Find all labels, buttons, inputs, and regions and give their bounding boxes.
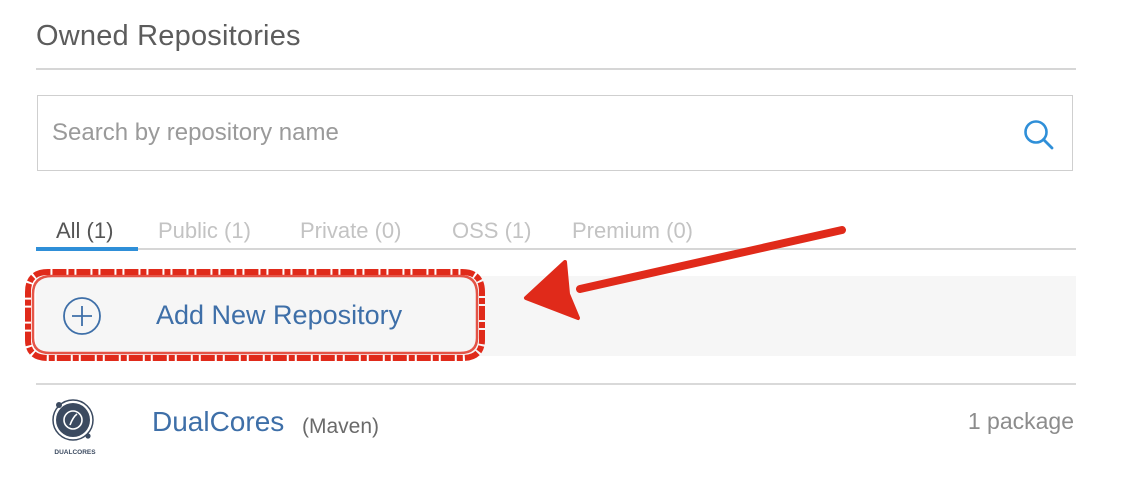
search-input[interactable]: [52, 96, 992, 170]
tab-oss[interactable]: OSS (1): [452, 218, 531, 244]
tab-public[interactable]: Public (1): [158, 218, 251, 244]
active-tab-indicator: [36, 247, 138, 251]
repository-row[interactable]: DUALCORES DualCores (Maven) 1 package: [36, 388, 1076, 468]
tab-private[interactable]: Private (0): [300, 218, 401, 244]
search-box[interactable]: [37, 95, 1073, 171]
repository-name-link[interactable]: DualCores: [152, 406, 284, 438]
dualcores-logo-text: DUALCORES: [54, 449, 96, 456]
title-divider: [36, 68, 1076, 70]
repository-type: (Maven): [302, 415, 380, 438]
add-new-repository-label: Add New Repository: [156, 300, 403, 330]
tab-premium[interactable]: Premium (0): [572, 218, 693, 244]
add-new-repository-button[interactable]: Add New Repository: [36, 276, 476, 356]
plus-circle-icon: [63, 297, 101, 335]
dualcores-logo-icon: DUALCORES: [52, 399, 96, 456]
list-divider: [36, 383, 1076, 385]
add-repository-row: Add New Repository: [36, 276, 1076, 356]
repository-package-count: 1 package: [967, 408, 1074, 434]
tab-all[interactable]: All (1): [56, 218, 113, 244]
tabs-divider: [36, 248, 1076, 250]
repository-filter-tabs: All (1) Public (1) Private (0) OSS (1) P…: [36, 210, 1076, 252]
search-icon[interactable]: [1022, 118, 1056, 152]
section-title: Owned Repositories: [36, 20, 301, 52]
